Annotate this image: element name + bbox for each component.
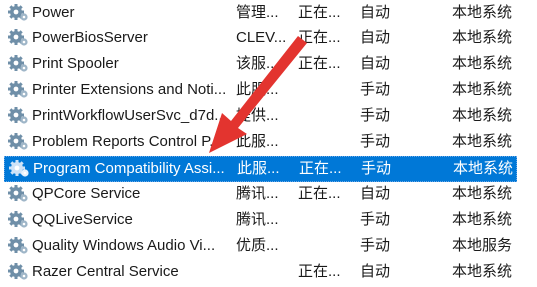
service-description: 腾讯... bbox=[236, 211, 279, 228]
service-name: Problem Reports Control P... bbox=[32, 133, 222, 150]
service-logon-as: 本地系统 bbox=[452, 133, 513, 150]
service-logon-as: 本地系统 bbox=[453, 160, 514, 177]
service-startup-type: 手动 bbox=[360, 133, 391, 150]
service-status bbox=[298, 233, 350, 259]
service-logon-as: 本地系统 bbox=[452, 107, 513, 124]
service-row[interactable]: Program Compatibility Assi... 此服... 正在... 手… bbox=[4, 156, 517, 182]
service-description: 提供... bbox=[236, 107, 279, 124]
service-logon-as: 本地系统 bbox=[452, 263, 513, 280]
gear-icon bbox=[8, 25, 30, 51]
service-description: 该服... bbox=[236, 55, 279, 72]
gear-icon bbox=[8, 259, 30, 285]
service-name: Power bbox=[32, 4, 75, 21]
service-startup-type: 手动 bbox=[361, 160, 392, 177]
service-name: QPCore Service bbox=[32, 185, 141, 202]
gear-icon bbox=[9, 156, 31, 182]
service-row[interactable]: Razer Central Service 正在... 自动 本地系统 bbox=[0, 259, 537, 285]
service-status: 正在... bbox=[298, 263, 341, 280]
service-status bbox=[298, 77, 350, 103]
service-row[interactable]: QPCore Service 腾讯... 正在... 自动 本地系统 bbox=[0, 181, 537, 207]
service-logon-as: 本地服务 bbox=[452, 237, 513, 254]
service-name: QQLiveService bbox=[32, 211, 133, 228]
service-name: Razer Central Service bbox=[32, 263, 179, 280]
gear-icon bbox=[8, 129, 30, 155]
service-row[interactable]: Power 管理... 正在... 自动 本地系统 bbox=[0, 0, 537, 26]
service-description: 此服... bbox=[237, 160, 280, 177]
service-name: Print Spooler bbox=[32, 55, 119, 72]
service-row[interactable]: Quality Windows Audio Vi... 优质... 手动 本地服务 bbox=[0, 233, 537, 259]
service-startup-type: 自动 bbox=[360, 4, 391, 21]
gear-icon bbox=[8, 0, 30, 26]
service-description: 此服... bbox=[236, 133, 279, 150]
service-name: Printer Extensions and Noti... bbox=[32, 81, 227, 98]
service-row[interactable]: QQLiveService 腾讯... 手动 本地系统 bbox=[0, 207, 537, 233]
service-name: PowerBiosServer bbox=[32, 29, 148, 46]
gear-icon bbox=[8, 51, 30, 77]
service-status bbox=[298, 129, 350, 155]
service-description: 管理... bbox=[236, 4, 279, 21]
service-row[interactable]: Print Spooler 该服... 正在... 自动 本地系统 bbox=[0, 51, 537, 77]
service-logon-as: 本地系统 bbox=[452, 29, 513, 46]
service-status: 正在... bbox=[299, 160, 342, 177]
gear-icon bbox=[8, 181, 30, 207]
service-name: Program Compatibility Assi... bbox=[33, 160, 225, 177]
service-logon-as: 本地系统 bbox=[452, 185, 513, 202]
service-name: Quality Windows Audio Vi... bbox=[32, 237, 216, 254]
service-row[interactable]: Printer Extensions and Noti... 此服... 手动 本地系… bbox=[0, 77, 537, 103]
gear-icon bbox=[8, 233, 30, 259]
service-row[interactable]: PowerBiosServer CLEV... 正在... 自动 本地系统 bbox=[0, 25, 537, 51]
service-status: 正在... bbox=[298, 185, 341, 202]
service-status: 正在... bbox=[298, 55, 341, 72]
service-name: PrintWorkflowUserSvc_d7d... bbox=[32, 107, 227, 124]
service-status bbox=[298, 207, 350, 233]
gear-icon bbox=[8, 207, 30, 233]
gear-icon bbox=[8, 77, 30, 103]
service-startup-type: 手动 bbox=[360, 107, 391, 124]
service-status bbox=[298, 103, 350, 129]
service-row[interactable]: PrintWorkflowUserSvc_d7d... 提供... 手动 本地系统 bbox=[0, 103, 537, 129]
service-startup-type: 手动 bbox=[360, 237, 391, 254]
service-description bbox=[236, 259, 288, 285]
service-startup-type: 手动 bbox=[360, 211, 391, 228]
service-status: 正在... bbox=[298, 29, 341, 46]
service-description: 此服... bbox=[236, 81, 279, 98]
service-status: 正在... bbox=[298, 4, 341, 21]
service-description: 腾讯... bbox=[236, 185, 279, 202]
service-startup-type: 手动 bbox=[360, 81, 391, 98]
service-logon-as: 本地系统 bbox=[452, 55, 513, 72]
gear-icon bbox=[8, 103, 30, 129]
service-logon-as: 本地系统 bbox=[452, 81, 513, 98]
service-description: CLEV... bbox=[236, 29, 287, 46]
service-description: 优质... bbox=[236, 237, 279, 254]
service-startup-type: 自动 bbox=[360, 185, 391, 202]
service-startup-type: 自动 bbox=[360, 55, 391, 72]
service-logon-as: 本地系统 bbox=[452, 211, 513, 228]
service-startup-type: 自动 bbox=[360, 263, 391, 280]
service-startup-type: 自动 bbox=[360, 29, 391, 46]
service-row[interactable]: Problem Reports Control P... 此服... 手动 本地系统 bbox=[0, 129, 537, 155]
service-logon-as: 本地系统 bbox=[452, 4, 513, 21]
